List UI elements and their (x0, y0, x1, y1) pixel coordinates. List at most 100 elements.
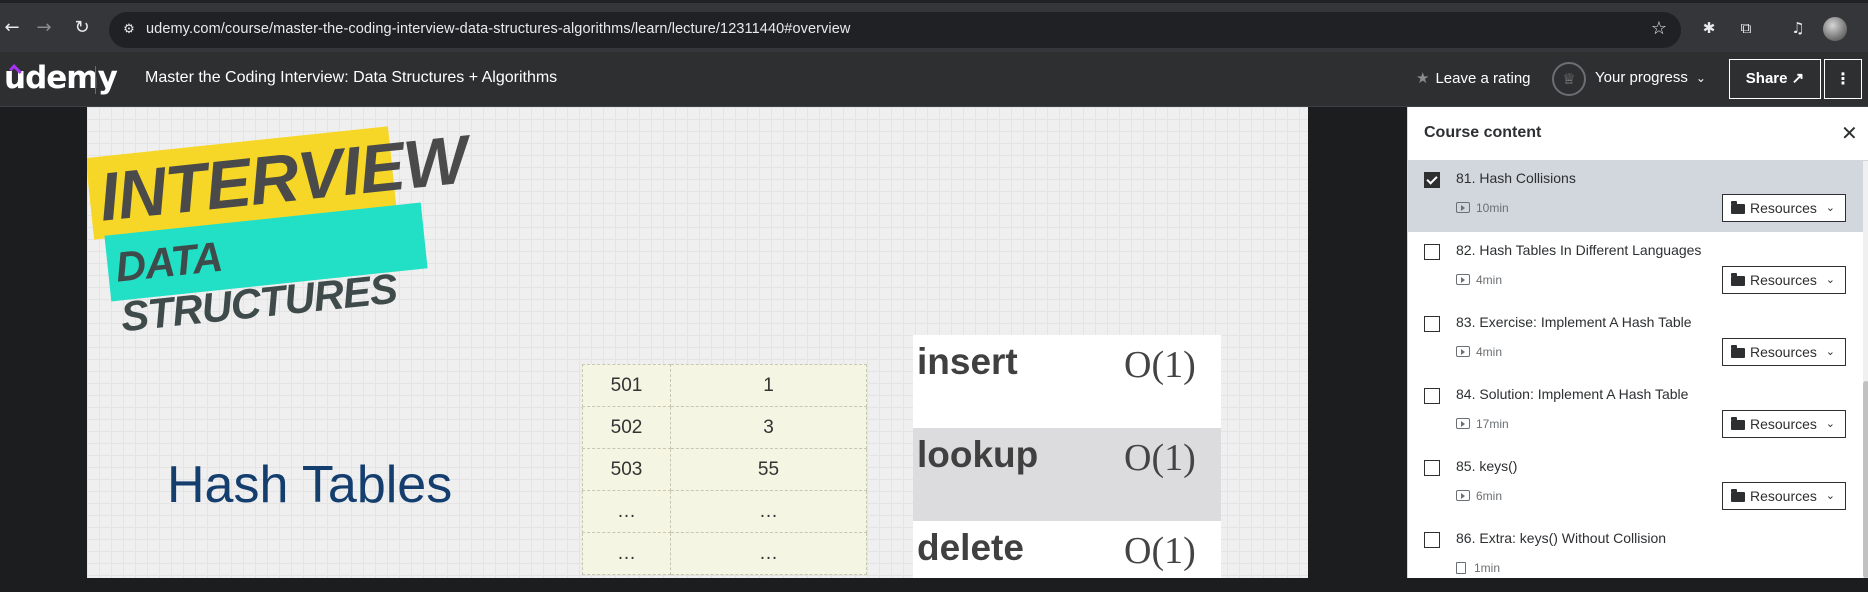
lecture-checkbox[interactable] (1424, 316, 1440, 332)
progress-ring[interactable]: ♕ (1552, 62, 1586, 96)
operation-complexity: O(1) (1124, 344, 1196, 386)
scroll-thumb[interactable] (1863, 381, 1868, 578)
lecture-checkbox[interactable] (1424, 460, 1440, 476)
resources-label: Resources (1750, 416, 1817, 432)
hash-value-cell: … (670, 532, 867, 575)
lecture-checkbox[interactable] (1424, 388, 1440, 404)
resources-button[interactable]: Resources ⌄ (1722, 482, 1846, 510)
leave-rating-button[interactable]: ★ Leave a rating (1416, 69, 1531, 87)
sidebar-scrollbar[interactable] (1863, 161, 1868, 578)
progress-label: Your progress (1595, 69, 1688, 86)
chevron-down-icon: ⌄ (1825, 345, 1835, 358)
sidebar-title: Course content (1424, 124, 1542, 141)
trophy-icon: ♕ (1562, 70, 1576, 88)
sidebar-header: Course content ✕ (1408, 107, 1868, 161)
media-control-icon[interactable]: ♫ (1787, 17, 1809, 39)
header-divider (95, 66, 96, 94)
progress-dropdown[interactable]: Your progress ⌄ (1595, 69, 1706, 86)
chevron-down-icon: ⌄ (1825, 273, 1835, 286)
lecture-title[interactable]: 84. Solution: Implement A Hash Table (1456, 386, 1688, 402)
lecture-duration: 17min (1456, 417, 1509, 431)
hash-key-cell: 501 (582, 364, 671, 407)
video-icon (1456, 274, 1470, 285)
lecture-duration: 6min (1456, 489, 1502, 503)
hash-key-cell: 503 (582, 448, 671, 491)
reload-icon[interactable]: ↻ (70, 16, 94, 40)
lecture-item[interactable]: 84. Solution: Implement A Hash Table 17mi… (1408, 377, 1863, 448)
resources-button[interactable]: Resources ⌄ (1722, 338, 1846, 366)
lecture-item[interactable]: 82. Hash Tables In Different Languages 4m… (1408, 233, 1863, 304)
chevron-down-icon: ⌄ (1825, 489, 1835, 502)
address-bar[interactable]: ⚙ udemy.com/course/master-the-coding-int… (109, 12, 1681, 48)
video-icon (1456, 418, 1470, 429)
duration-text: 4min (1476, 273, 1503, 287)
hash-value-cell: 3 (670, 406, 867, 449)
operation-complexity: O(1) (1124, 437, 1196, 479)
hash-key-cell: … (582, 532, 671, 575)
lecture-title[interactable]: 82. Hash Tables In Different Languages (1456, 242, 1701, 258)
hash-value-cell: 1 (670, 364, 867, 407)
lecture-checkbox[interactable] (1424, 532, 1440, 548)
back-icon[interactable]: ← (0, 16, 24, 40)
resources-label: Resources (1750, 488, 1817, 504)
browser-toolbar: ← → ↻ ⚙ udemy.com/course/master-the-codi… (0, 0, 1868, 52)
lecture-title[interactable]: 85. keys() (1456, 458, 1517, 474)
lecture-title[interactable]: 86. Extra: keys() Without Collision (1456, 530, 1666, 546)
extensions-puzzle-icon[interactable]: ⧉ (1735, 17, 1757, 39)
video-icon (1456, 202, 1470, 213)
hash-table-row: 502 3 (582, 406, 867, 449)
more-options-button[interactable]: ⋮ (1824, 59, 1862, 99)
forward-icon[interactable]: → (32, 16, 56, 40)
video-player[interactable]: INTERVIEW DATA STRUCTURES Hash Tables 50… (0, 107, 1406, 578)
badge-bottom-text: DATA STRUCTURES (113, 232, 399, 341)
udemy-logo[interactable]: udemy (4, 60, 118, 96)
hash-table-row: 503 55 (582, 448, 867, 491)
operation-name: lookup (917, 434, 1039, 475)
resources-label: Resources (1750, 200, 1817, 216)
close-icon[interactable]: ✕ (1841, 121, 1858, 145)
lecture-slide: INTERVIEW DATA STRUCTURES Hash Tables 50… (87, 107, 1308, 578)
url-text[interactable]: udemy.com/course/master-the-coding-inter… (146, 21, 850, 37)
profile-avatar[interactable] (1823, 17, 1847, 41)
course-header: udemy Master the Coding Interview: Data … (0, 52, 1868, 107)
duration-text: 1min (1474, 561, 1501, 575)
lecture-item[interactable]: 81. Hash Collisions 10min Resources ⌄ (1408, 161, 1863, 232)
duration-text: 17min (1476, 417, 1509, 431)
course-title[interactable]: Master the Coding Interview: Data Struct… (145, 69, 557, 87)
hash-table-row: 501 1 (582, 364, 867, 407)
extension-icon[interactable]: ✱ (1698, 17, 1720, 39)
hash-value-cell: … (670, 490, 867, 533)
lecture-checkbox[interactable] (1424, 172, 1440, 188)
lecture-title[interactable]: 81. Hash Collisions (1456, 170, 1576, 186)
duration-text: 4min (1476, 345, 1503, 359)
share-button[interactable]: Share ↗ (1729, 59, 1821, 99)
hash-key-cell: … (582, 490, 671, 533)
site-info-icon[interactable]: ⚙ (119, 20, 139, 40)
chevron-down-icon: ⌄ (1825, 201, 1835, 214)
resources-button[interactable]: Resources ⌄ (1722, 194, 1846, 222)
rating-label: Leave a rating (1435, 70, 1531, 87)
lecture-checkbox[interactable] (1424, 244, 1440, 260)
video-icon (1456, 346, 1470, 357)
operations-table: insert O(1) lookup O(1) delete O(1) (913, 335, 1221, 578)
folder-icon (1731, 489, 1745, 502)
resources-button[interactable]: Resources ⌄ (1722, 266, 1846, 294)
folder-icon (1731, 273, 1745, 286)
lecture-item[interactable]: 83. Exercise: Implement A Hash Table 4min… (1408, 305, 1863, 376)
resources-button[interactable]: Resources ⌄ (1722, 410, 1846, 438)
star-icon: ★ (1416, 69, 1430, 87)
lecture-item[interactable]: 86. Extra: keys() Without Collision 1min (1408, 521, 1863, 592)
hash-key-cell: 502 (582, 406, 671, 449)
operation-name: insert (917, 341, 1018, 382)
chevron-down-icon: ⌄ (1825, 417, 1835, 430)
operation-row: delete O(1) (913, 521, 1221, 578)
operation-row: lookup O(1) (913, 428, 1221, 521)
lecture-duration: 4min (1456, 273, 1502, 287)
folder-icon (1731, 201, 1745, 214)
bookmark-star-icon[interactable]: ☆ (1651, 18, 1667, 39)
lecture-item[interactable]: 85. keys() 6min Resources ⌄ (1408, 449, 1863, 520)
operation-row: insert O(1) (913, 335, 1221, 428)
hash-table-row: …… (582, 490, 867, 533)
lecture-title[interactable]: 83. Exercise: Implement A Hash Table (1456, 314, 1692, 330)
lecture-duration: 4min (1456, 345, 1502, 359)
